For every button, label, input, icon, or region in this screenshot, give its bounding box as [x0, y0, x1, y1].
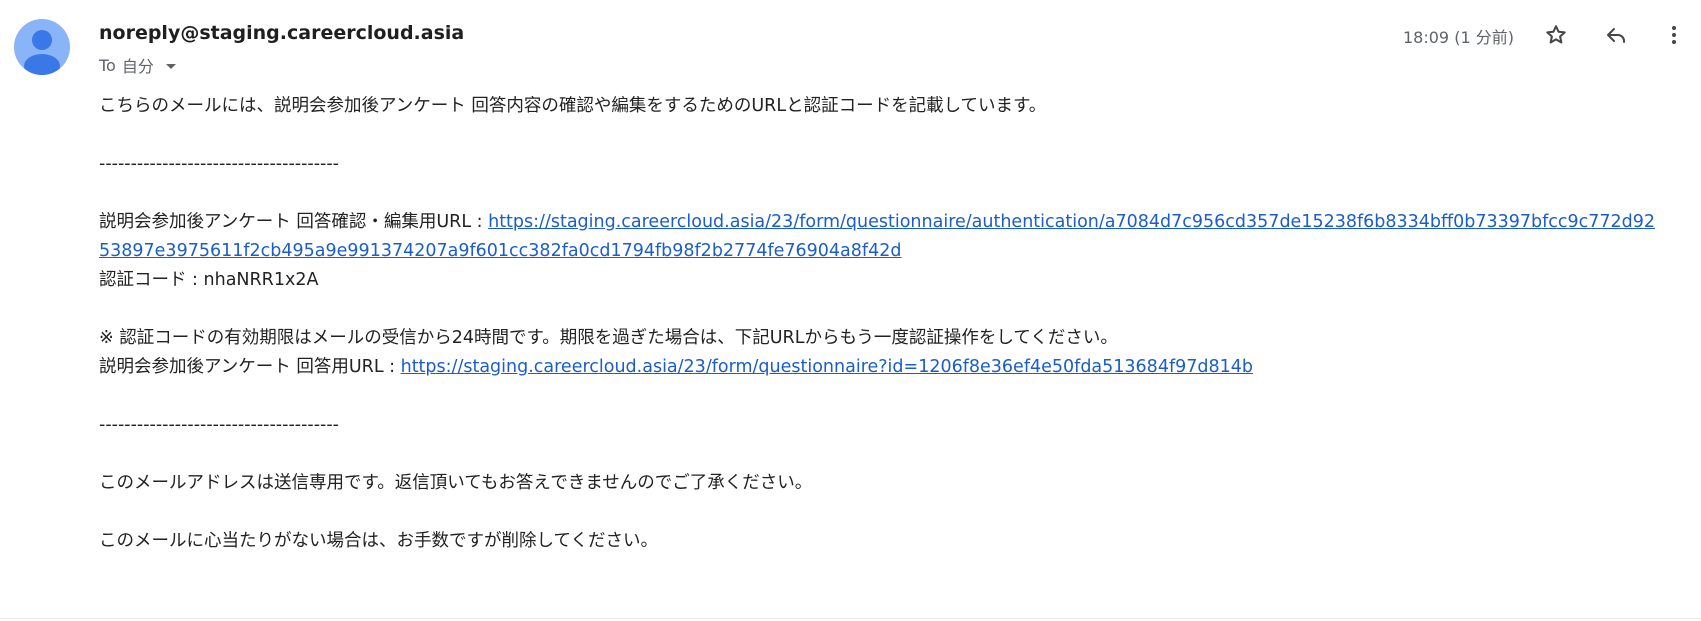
- email-view: noreply@staging.careercloud.asia To 自分 1…: [0, 0, 1701, 621]
- answer-url-paragraph: 説明会参加後アンケート 回答用URL : https://staging.car…: [99, 353, 1689, 382]
- star-button[interactable]: [1538, 17, 1574, 53]
- person-avatar-icon: [24, 30, 60, 75]
- recipient-prefix: To: [99, 55, 116, 75]
- edit-url-paragraph: 説明会参加後アンケート 回答確認・編集用URL : https://stagin…: [99, 208, 1659, 266]
- reply-button[interactable]: [1598, 17, 1634, 53]
- noreply-note: このメールアドレスは送信専用です。返信頂いてもお答えできませんのでご了承ください…: [99, 473, 813, 493]
- message-body: こちらのメールには、説明会参加後アンケート 回答内容の確認や編集をするためのUR…: [99, 92, 1689, 556]
- edit-url-label: 説明会参加後アンケート 回答確認・編集用URL :: [99, 212, 489, 232]
- answer-url-label: 説明会参加後アンケート 回答用URL :: [99, 357, 401, 377]
- show-details-chevron-down-icon[interactable]: [165, 63, 176, 69]
- expiry-note: ※ 認証コードの有効期限はメールの受信から24時間です。期限を過ぎた場合は、下記…: [99, 328, 1118, 348]
- divider: [0, 618, 1701, 619]
- star-icon: [1546, 25, 1566, 44]
- delete-note: このメールに心当たりがない場合は、お手数ですが削除してください。: [99, 531, 658, 551]
- timestamp[interactable]: 18:09 (1 分前): [1403, 24, 1514, 48]
- intro-text: こちらのメールには、説明会参加後アンケート 回答内容の確認や編集をするためのUR…: [99, 96, 1047, 116]
- sender-avatar[interactable]: [14, 19, 70, 75]
- recipient-name: 自分: [121, 57, 154, 76]
- divider-line: --------------------------------------: [99, 415, 339, 435]
- more-options-button[interactable]: [1656, 17, 1692, 53]
- reply-icon: [1607, 28, 1625, 43]
- recipient-line: To 自分: [99, 53, 176, 77]
- auth-code: 認証コード : nhaNRR1x2A: [99, 270, 319, 290]
- sender-address[interactable]: noreply@staging.careercloud.asia: [99, 22, 464, 44]
- answer-url-link[interactable]: https://staging.careercloud.asia/23/form…: [401, 357, 1253, 377]
- more-vert-icon: [1672, 26, 1676, 44]
- divider-line: --------------------------------------: [99, 154, 339, 174]
